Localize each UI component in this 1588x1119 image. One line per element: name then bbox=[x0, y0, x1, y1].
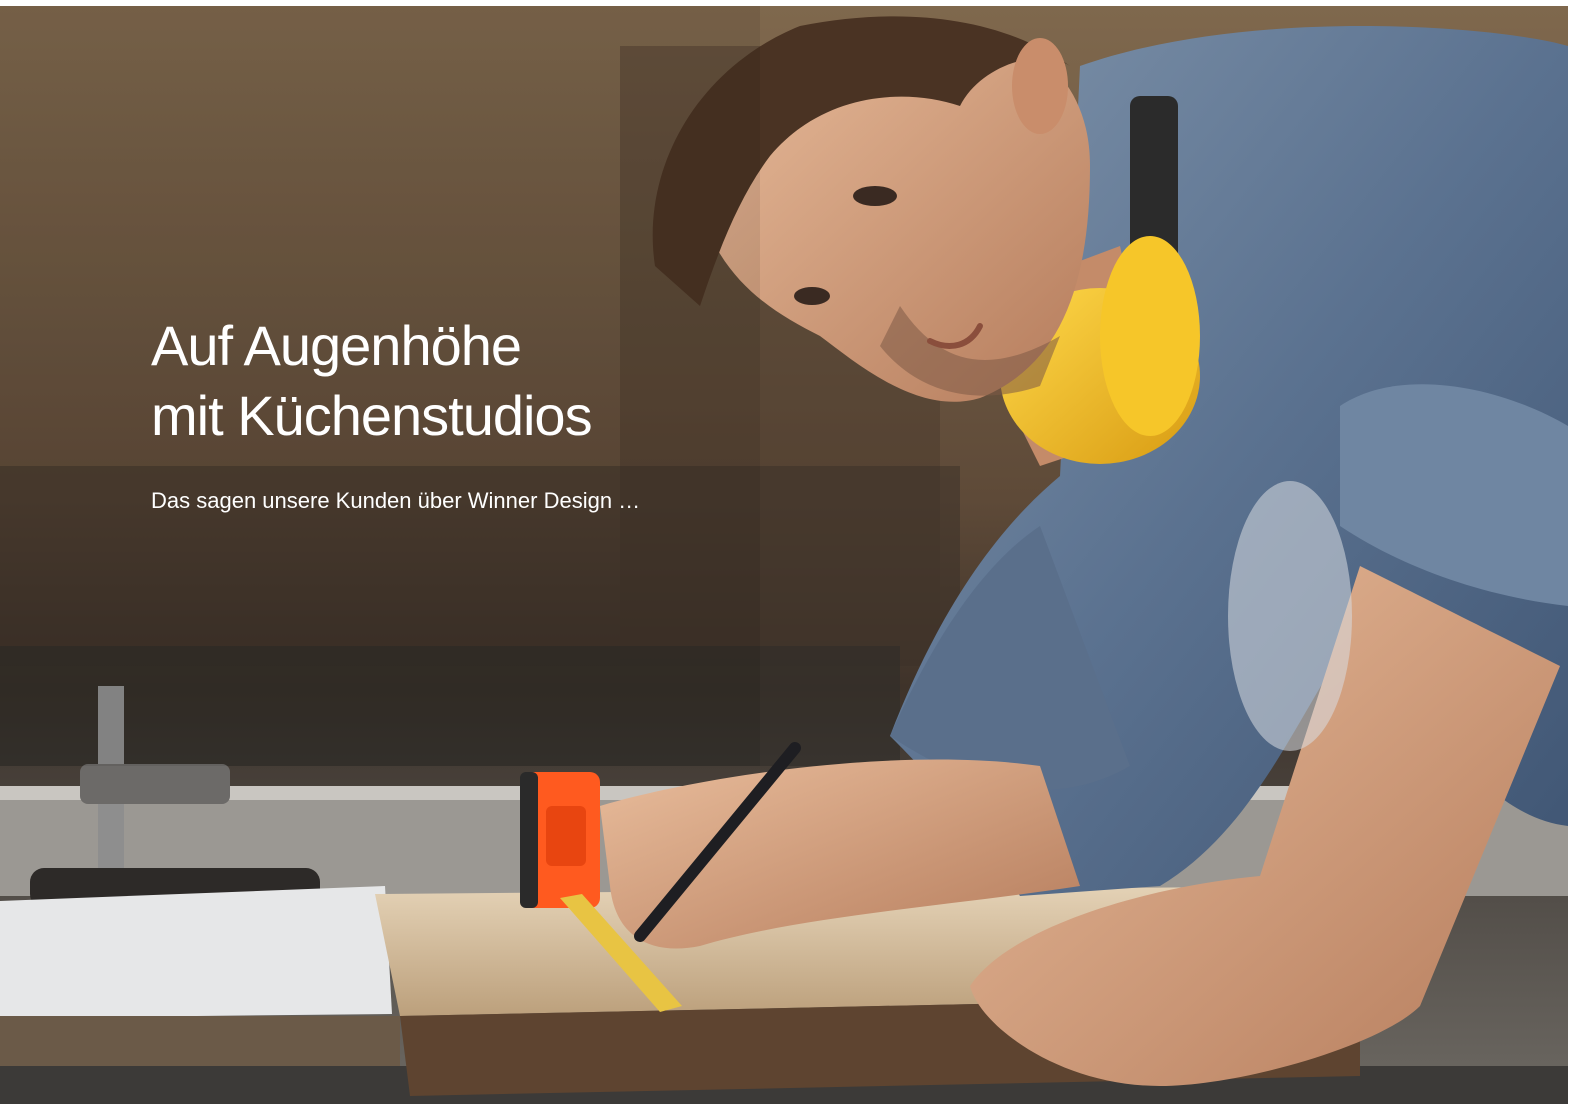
subheadline: Das sagen unsere Kunden über Winner Desi… bbox=[151, 488, 641, 513]
headline-line-2: mit Küchenstudios bbox=[151, 384, 593, 447]
carpenter-photo bbox=[0, 6, 1568, 1104]
hero-banner: Auf Augenhöhe mit Küchenstudios Das sage… bbox=[0, 6, 1568, 1104]
headline-line-1: Auf Augenhöhe bbox=[151, 314, 522, 377]
headline: Auf Augenhöhe mit Küchenstudios bbox=[151, 311, 593, 451]
